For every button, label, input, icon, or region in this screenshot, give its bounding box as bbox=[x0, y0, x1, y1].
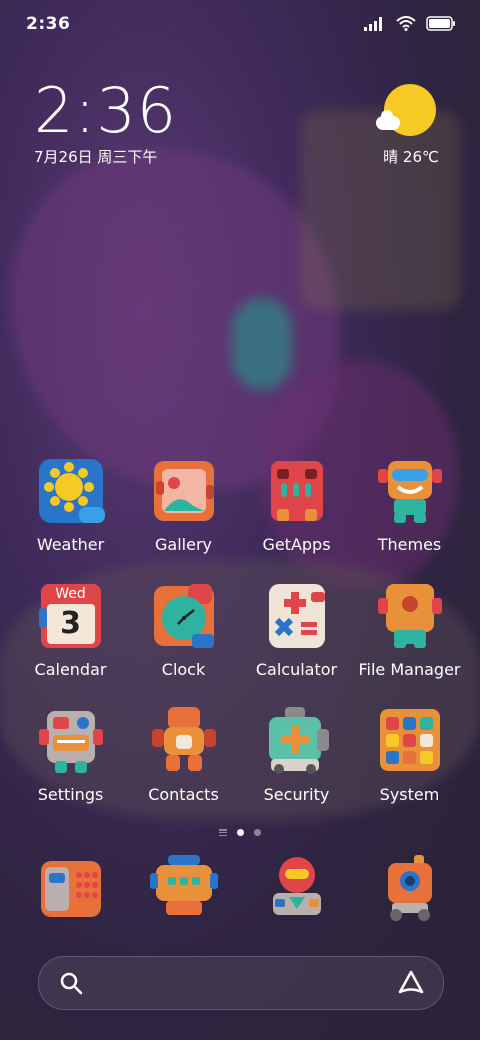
app-label: Security bbox=[263, 785, 330, 804]
app-label: Settings bbox=[37, 785, 104, 804]
app-row: Wed 3 Calendar Clock Calculator File Man… bbox=[14, 580, 466, 705]
assistant-icon[interactable] bbox=[397, 969, 425, 997]
app-label: Gallery bbox=[155, 535, 212, 554]
app-list-indicator-icon bbox=[219, 829, 227, 836]
app-weather[interactable]: Weather bbox=[14, 455, 127, 580]
app-row: Weather Gallery GetApps Themes bbox=[14, 455, 466, 580]
gallery-app-icon bbox=[153, 461, 214, 521]
app-calendar[interactable]: Wed 3 Calendar bbox=[14, 580, 127, 705]
app-themes[interactable]: Themes bbox=[353, 455, 466, 580]
security-app-icon bbox=[268, 707, 329, 774]
home-clock[interactable]: 2:36 bbox=[34, 74, 177, 147]
dock-app-camera[interactable] bbox=[353, 853, 466, 933]
dock-app-phone[interactable] bbox=[14, 853, 127, 933]
calendar-day-label: Wed bbox=[55, 586, 86, 602]
page-dot bbox=[254, 829, 261, 836]
status-time: 2:36 bbox=[26, 14, 71, 34]
app-clock[interactable]: Clock bbox=[127, 580, 240, 705]
app-label: Contacts bbox=[148, 785, 219, 804]
file-manager-app-icon bbox=[377, 584, 442, 648]
search-bar[interactable] bbox=[38, 956, 444, 1010]
status-bar: 2:36 bbox=[0, 0, 480, 50]
clock-app-icon bbox=[153, 584, 214, 648]
app-label: GetApps bbox=[262, 535, 331, 554]
dock-app-browser[interactable] bbox=[240, 853, 353, 933]
weather-widget[interactable]: 晴 26℃ bbox=[374, 82, 444, 172]
app-label: Themes bbox=[377, 535, 442, 554]
app-gallery[interactable]: Gallery bbox=[127, 455, 240, 580]
weather-app-icon bbox=[38, 459, 105, 523]
calendar-app-icon: Wed 3 bbox=[35, 580, 107, 652]
phone-app-icon bbox=[40, 861, 101, 917]
camera-app-icon bbox=[387, 855, 432, 921]
page-indicator[interactable] bbox=[0, 829, 480, 836]
settings-app-icon bbox=[38, 711, 103, 773]
browser-app-icon bbox=[272, 857, 321, 915]
search-icon bbox=[60, 972, 83, 995]
home-date[interactable]: 7月26日 周三下午 bbox=[34, 146, 157, 167]
app-label: Calendar bbox=[34, 660, 107, 679]
calendar-date-number: 3 bbox=[60, 606, 81, 641]
system-app-icon bbox=[379, 709, 440, 771]
app-contacts[interactable]: Contacts bbox=[127, 705, 240, 830]
app-calculator[interactable]: Calculator bbox=[240, 580, 353, 705]
cloud-icon bbox=[376, 110, 400, 130]
contacts-app-icon bbox=[151, 707, 216, 771]
app-getapps[interactable]: GetApps bbox=[240, 455, 353, 580]
wifi-icon bbox=[396, 16, 416, 31]
app-label: File Manager bbox=[358, 660, 461, 679]
messages-app-icon bbox=[149, 855, 218, 915]
app-row: Settings Contacts Security System bbox=[14, 705, 466, 830]
app-file-manager[interactable]: File Manager bbox=[353, 580, 466, 705]
dock bbox=[14, 853, 466, 933]
app-settings[interactable]: Settings bbox=[14, 705, 127, 830]
battery-icon bbox=[426, 16, 455, 31]
calculator-app-icon bbox=[268, 584, 325, 648]
app-system[interactable]: System bbox=[353, 705, 466, 830]
app-label: System bbox=[379, 785, 440, 804]
wallpaper-toy-eye bbox=[232, 298, 292, 390]
page-dot-active bbox=[237, 829, 244, 836]
app-label: Clock bbox=[161, 660, 206, 679]
weather-summary: 晴 26℃ bbox=[383, 148, 439, 166]
app-label: Weather bbox=[36, 535, 105, 554]
themes-app-icon bbox=[377, 461, 442, 523]
getapps-app-icon bbox=[270, 461, 323, 521]
app-grid: Weather Gallery GetApps Themes Wed 3 Cal… bbox=[14, 455, 466, 830]
dock-app-messages[interactable] bbox=[127, 853, 240, 933]
signal-icon bbox=[364, 16, 382, 31]
app-security[interactable]: Security bbox=[240, 705, 353, 830]
status-icons bbox=[364, 16, 456, 31]
app-label: Calculator bbox=[255, 660, 338, 679]
